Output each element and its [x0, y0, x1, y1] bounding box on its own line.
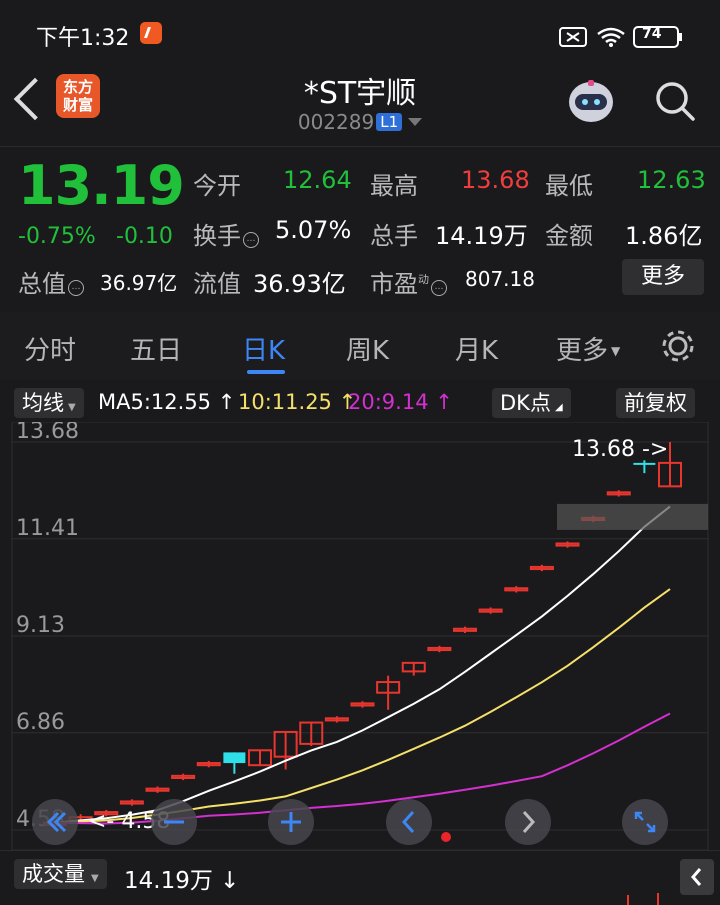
tab-intraday[interactable]: 分时 [24, 330, 76, 367]
y-tick-label: 9.13 [16, 613, 65, 638]
zoom-out-icon[interactable] [151, 799, 197, 845]
ma-selector[interactable]: 均线 ▼ [14, 388, 84, 418]
volume-selector-label: 成交量 [22, 862, 85, 886]
volume-bar [627, 895, 629, 905]
high-value: 13.68 [461, 166, 530, 194]
corner-arrow-icon: ◢ [554, 402, 563, 413]
info-icon: … [431, 280, 447, 296]
mcap-value: 36.97亿 [100, 271, 178, 295]
change-percent: -0.75% [18, 224, 96, 249]
tab-weekly-k[interactable]: 周K [346, 330, 389, 367]
mcap-label[interactable]: 总值… [18, 264, 84, 299]
red-dot-marker [441, 832, 451, 842]
dk-label: DK点 [500, 391, 551, 415]
turnover-label[interactable]: 换手… [193, 216, 259, 251]
more-quote-button[interactable]: 更多 [622, 259, 704, 295]
header-divider [0, 146, 720, 147]
status-bar: 下午1:32 74 [0, 0, 720, 64]
candle-body [633, 462, 656, 465]
pe-value: 807.18 [465, 267, 535, 291]
assistant-robot-icon[interactable] [566, 78, 616, 126]
mcap-label-text: 总值 [18, 270, 66, 298]
volume-value: 14.19万 [435, 222, 528, 250]
ma10-value: 10:11.25 ↑ [238, 390, 356, 414]
current-price: 13.19 [18, 154, 185, 217]
volume-divider [0, 850, 720, 851]
info-icon: … [68, 280, 84, 296]
volume-readout-value: 14.19万 [124, 868, 213, 894]
ma-selector-label: 均线 [22, 391, 64, 415]
amount-label: 金额 [545, 222, 593, 250]
caret-down-icon: ▼ [91, 873, 99, 884]
stock-code: 002289 [297, 110, 375, 134]
candle-body [223, 752, 246, 764]
tab-more[interactable]: 更多 ▼ [556, 330, 620, 367]
high-label: 最高 [370, 172, 418, 200]
app-notification-icon [140, 22, 162, 44]
rewind-icon[interactable] [32, 799, 78, 845]
pe-label-text: 市盈 [370, 270, 418, 298]
active-tab-indicator [247, 370, 285, 374]
status-icon-group [559, 26, 682, 48]
volume-row: 成交量 ▼ 14.19万 ↓ [0, 855, 720, 905]
zoom-in-icon[interactable] [268, 799, 314, 845]
dk-point-button[interactable]: DK点 ◢ [492, 388, 571, 418]
tab-more-label: 更多 [556, 336, 609, 366]
expand-icon[interactable] [622, 799, 668, 845]
search-icon[interactable] [654, 80, 695, 121]
ma20-text: 20:9.14 [348, 390, 429, 414]
collapse-panel-button[interactable] [680, 859, 714, 895]
ma20-value: 20:9.14 ↑ [348, 390, 453, 414]
ma5-value: MA5:12.55 ↑ [98, 390, 235, 414]
volume-selector[interactable]: 成交量 ▼ [14, 859, 107, 889]
volume-readout: 14.19万 ↓ [124, 861, 239, 895]
level-badge: L1 [376, 113, 403, 131]
float-label: 流值 [193, 270, 241, 298]
status-time: 下午1:32 [36, 26, 130, 51]
open-value: 12.64 [283, 166, 352, 194]
status-icons: 74 [558, 24, 688, 54]
ma5-text: MA5:12.55 [98, 390, 212, 414]
arrow-up-icon: ↑ [211, 390, 236, 414]
ma-row: 均线 ▼ MA5:12.55 ↑ 10:11.25 ↑ 20:9.14 ↑ DK点… [0, 386, 720, 420]
kline-chart[interactable]: 13.6811.419.136.864.5813.68 -><- 4.58 [0, 422, 720, 850]
chevron-down-icon [408, 118, 423, 126]
y-tick-label: 13.68 [16, 422, 79, 444]
tab-five-day[interactable]: 五日 [130, 330, 182, 367]
arrow-up-icon: ↑ [428, 390, 453, 414]
pe-sup: 动 [418, 273, 429, 286]
caret-down-icon: ▼ [68, 402, 76, 413]
turnover-value: 5.07% [275, 216, 352, 244]
change-amount: -0.10 [116, 224, 173, 249]
ma5-line [54, 505, 671, 824]
open-label: 今开 [193, 172, 241, 200]
info-icon: … [243, 232, 259, 248]
amount-value: 1.86亿 [625, 222, 703, 250]
price-band [557, 503, 708, 530]
turnover-label-text: 换手 [193, 222, 241, 250]
caret-down-icon: ▼ [611, 344, 621, 358]
ma10-text: 10:11.25 [238, 390, 332, 414]
y-tick-label: 6.86 [16, 710, 65, 735]
arrow-down-icon: ↓ [212, 868, 240, 894]
low-value: 12.63 [637, 166, 706, 194]
tab-daily-k[interactable]: 日K [242, 330, 285, 367]
adjust-button[interactable]: 前复权 [616, 388, 695, 418]
volume-label: 总手 [370, 222, 418, 250]
max-price-label: 13.68 -> [572, 437, 668, 462]
volume-bar [657, 893, 659, 905]
settings-gear-icon[interactable] [660, 328, 696, 368]
next-icon[interactable] [505, 799, 551, 845]
low-label: 最低 [545, 172, 593, 200]
tab-monthly-k[interactable]: 月K [455, 330, 498, 367]
float-value: 36.93亿 [253, 270, 346, 298]
y-tick-label: 11.41 [16, 516, 79, 541]
prev-icon[interactable] [386, 799, 432, 845]
battery-level: 74 [642, 26, 662, 42]
pe-label[interactable]: 市盈动… [370, 264, 447, 299]
